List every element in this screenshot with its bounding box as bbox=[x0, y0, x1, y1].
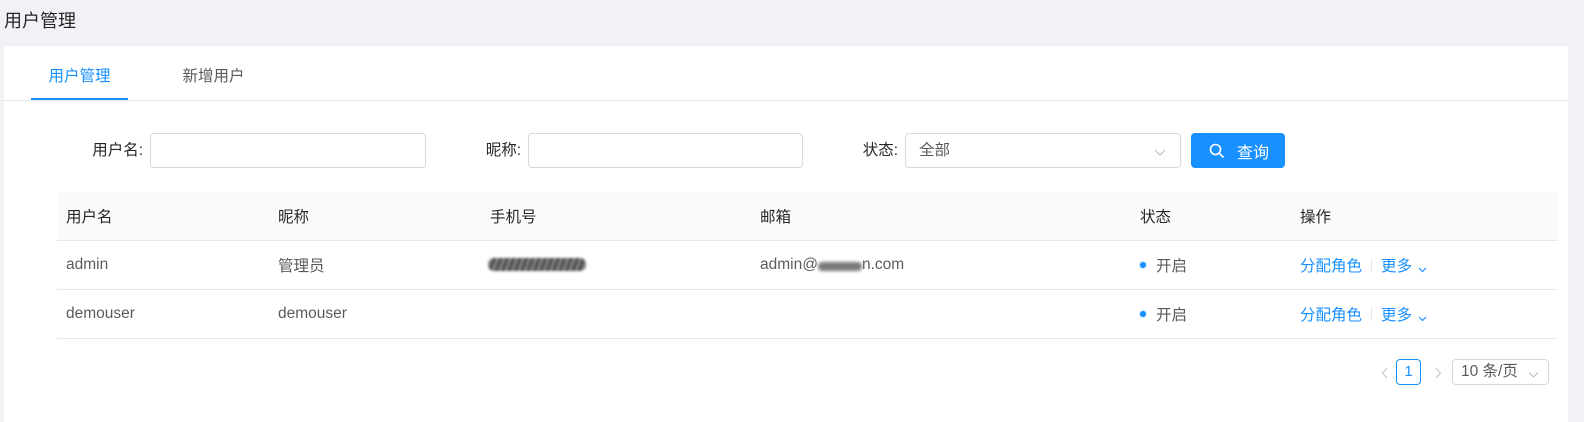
status-dot bbox=[1140, 311, 1146, 318]
table-row: admin 管理员 admin@ n.com 开启 分配角色 更多 bbox=[57, 240, 1558, 290]
chevron-down-icon bbox=[1418, 310, 1427, 322]
username-search-input[interactable] bbox=[150, 133, 426, 168]
page-title: 用户管理 bbox=[4, 11, 76, 31]
pagination-page-current[interactable]: 1 bbox=[1396, 359, 1421, 385]
query-button[interactable]: 查询 bbox=[1191, 133, 1285, 168]
page-size-value: 10 条/页 bbox=[1461, 363, 1518, 380]
assign-role-link[interactable]: 分配角色 bbox=[1300, 307, 1362, 324]
chevron-down-icon bbox=[1154, 145, 1166, 157]
main-card: 用户管理 新增用户 用户名: 昵称: 状态: 全部 查询 用户名 昵称 手机号 bbox=[4, 46, 1568, 422]
tab-user-management[interactable]: 用户管理 bbox=[31, 46, 128, 100]
nickname-search-input[interactable] bbox=[528, 133, 803, 168]
active-tab-indicator bbox=[31, 98, 128, 100]
table-row: demouser demouser 开启 分配角色 更多 bbox=[57, 289, 1558, 339]
page-size-select[interactable]: 10 条/页 bbox=[1452, 359, 1549, 385]
cell-email bbox=[751, 289, 1131, 339]
cell-phone bbox=[481, 289, 751, 339]
action-divider bbox=[1371, 307, 1373, 322]
status-select[interactable]: 全部 bbox=[905, 133, 1181, 168]
pagination-prev-button[interactable] bbox=[1379, 360, 1391, 385]
status-select-value: 全部 bbox=[919, 142, 951, 159]
more-dropdown[interactable]: 更多 bbox=[1381, 307, 1427, 324]
cell-actions: 分配角色 更多 bbox=[1291, 289, 1558, 339]
cell-phone bbox=[481, 240, 751, 290]
cell-username: admin bbox=[57, 240, 269, 290]
cell-username: demouser bbox=[57, 289, 269, 339]
column-header-actions: 操作 bbox=[1291, 192, 1558, 241]
redacted-email-blur bbox=[817, 262, 862, 272]
chevron-right-icon bbox=[1435, 367, 1442, 378]
nickname-label: 昵称: bbox=[485, 142, 521, 159]
tab-add-user[interactable]: 新增用户 bbox=[165, 46, 262, 100]
query-button-label: 查询 bbox=[1237, 144, 1270, 162]
assign-role-link[interactable]: 分配角色 bbox=[1300, 258, 1362, 275]
status-label: 状态: bbox=[862, 142, 898, 159]
pagination-next-button[interactable] bbox=[1432, 360, 1444, 385]
column-header-phone: 手机号 bbox=[481, 192, 751, 241]
status-dot bbox=[1140, 262, 1146, 269]
email-suffix: n.com bbox=[861, 255, 905, 273]
column-header-username: 用户名 bbox=[57, 192, 269, 241]
username-label: 用户名: bbox=[92, 142, 143, 159]
chevron-down-icon bbox=[1528, 367, 1539, 378]
email-prefix: admin@ bbox=[760, 255, 818, 273]
table-header-row: 用户名 昵称 手机号 邮箱 状态 操作 bbox=[57, 192, 1558, 241]
cell-actions: 分配角色 更多 bbox=[1291, 240, 1558, 290]
cell-email: admin@ n.com bbox=[751, 240, 1131, 290]
cell-status: 开启 bbox=[1131, 240, 1291, 290]
more-dropdown[interactable]: 更多 bbox=[1381, 258, 1427, 275]
tab-bar: 用户管理 新增用户 bbox=[4, 46, 1568, 101]
redacted-phone-blur bbox=[488, 257, 586, 271]
status-text: 开启 bbox=[1156, 257, 1188, 275]
cell-nickname: demouser bbox=[269, 289, 481, 339]
more-label: 更多 bbox=[1381, 257, 1413, 275]
action-divider bbox=[1371, 258, 1373, 273]
column-header-email: 邮箱 bbox=[751, 192, 1131, 241]
column-header-status: 状态 bbox=[1131, 192, 1291, 241]
cell-status: 开启 bbox=[1131, 289, 1291, 339]
more-label: 更多 bbox=[1381, 306, 1413, 324]
cell-nickname: 管理员 bbox=[269, 240, 481, 290]
user-table: 用户名 昵称 手机号 邮箱 状态 操作 admin 管理员 admin@ n.co… bbox=[57, 192, 1558, 339]
chevron-down-icon bbox=[1418, 261, 1427, 273]
column-header-nickname: 昵称 bbox=[269, 192, 481, 241]
search-icon bbox=[1209, 143, 1224, 158]
status-text: 开启 bbox=[1156, 306, 1188, 324]
chevron-left-icon bbox=[1381, 367, 1388, 378]
